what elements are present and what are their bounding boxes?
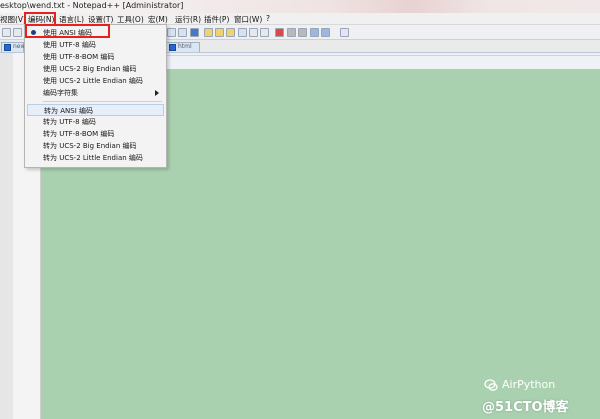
tab-new[interactable]: new: [1, 42, 25, 52]
watermark-bottom-text: @51CTO博客: [482, 400, 569, 415]
toolbar-button-7[interactable]: [215, 28, 224, 37]
menu-item-label: 转为 UTF-8 编码: [43, 118, 96, 126]
menu-plugins[interactable]: 插件(P): [204, 14, 229, 25]
menu-item-label: 转为 ANSI 编码: [44, 107, 93, 115]
menu-item-use-ucs2-little-endian[interactable]: 使用 UCS-2 Little Endian 编码: [27, 75, 164, 87]
toolbar-button-1[interactable]: [2, 28, 11, 37]
menu-item-convert-ansi[interactable]: 转为 ANSI 编码: [27, 104, 164, 116]
toolbar-button-4[interactable]: [178, 28, 187, 37]
menu-view[interactable]: 视图(V): [0, 14, 26, 25]
menu-item-label: 使用 UCS-2 Little Endian 编码: [43, 77, 143, 85]
menu-item-use-utf8-bom[interactable]: 使用 UTF-8-BOM 编码: [27, 51, 164, 63]
toolbar-button-8[interactable]: [226, 28, 235, 37]
menu-item-charset[interactable]: 编码字符集: [27, 87, 164, 99]
menu-item-use-utf8[interactable]: 使用 UTF-8 编码: [27, 39, 164, 51]
toolbar-button-11[interactable]: [260, 28, 269, 37]
menu-item-label: 使用 UTF-8-BOM 编码: [43, 53, 115, 61]
menu-item-label: 转为 UCS-2 Big Endian 编码: [43, 142, 137, 150]
wechat-icon: [484, 379, 498, 391]
use-ansi-highlight: [25, 24, 110, 38]
menu-item-label: 转为 UCS-2 Little Endian 编码: [43, 154, 143, 162]
toolbar-button-5[interactable]: [190, 28, 199, 37]
encoding-dropdown-menu: 使用 ANSI 编码 使用 UTF-8 编码 使用 UTF-8-BOM 编码 使…: [24, 24, 167, 168]
watermark: AirPython @51CTO博客: [482, 376, 600, 419]
play-macro-icon[interactable]: [298, 28, 307, 37]
menu-item-convert-utf8-bom[interactable]: 转为 UTF-8-BOM 编码: [27, 128, 164, 140]
save-macro-icon[interactable]: [321, 28, 330, 37]
title-bar: esktop\wend.txt - Notepad++ [Administrat…: [0, 0, 600, 13]
toolbar-button-10[interactable]: [249, 28, 258, 37]
menu-item-label: 转为 UTF-8-BOM 编码: [43, 130, 115, 138]
tab-html[interactable]: html: [166, 42, 200, 52]
menu-window[interactable]: 窗口(W): [234, 14, 262, 25]
spellcheck-icon[interactable]: [340, 28, 349, 37]
toolbar-button-3[interactable]: [167, 28, 176, 37]
toolbar-button-6[interactable]: [204, 28, 213, 37]
menu-item-label: 编码字符集: [43, 89, 78, 97]
menu-item-label: 使用 UTF-8 编码: [43, 41, 96, 49]
file-icon: [169, 44, 176, 51]
toolbar-button-2[interactable]: [13, 28, 22, 37]
submenu-arrow-icon: [155, 90, 159, 96]
menu-item-convert-ucs2-little-endian[interactable]: 转为 UCS-2 Little Endian 编码: [27, 152, 164, 164]
stop-macro-icon[interactable]: [287, 28, 296, 37]
tab-label: html: [178, 43, 192, 50]
menu-help[interactable]: ?: [266, 14, 270, 23]
menu-item-convert-utf8[interactable]: 转为 UTF-8 编码: [27, 116, 164, 128]
file-icon: [4, 44, 11, 51]
toolbar-button-9[interactable]: [238, 28, 247, 37]
title-decoration: [330, 0, 490, 13]
gutter-strip: [0, 53, 13, 419]
record-macro-icon[interactable]: [275, 28, 284, 37]
menu-run[interactable]: 运行(R): [175, 14, 201, 25]
run-macro-multiple-icon[interactable]: [310, 28, 319, 37]
window-title: esktop\wend.txt - Notepad++ [Administrat…: [0, 1, 184, 10]
watermark-top-text: AirPython: [502, 378, 556, 391]
menu-separator: [43, 101, 162, 102]
menu-item-use-ucs2-big-endian[interactable]: 使用 UCS-2 Big Endian 编码: [27, 63, 164, 75]
menu-item-label: 使用 UCS-2 Big Endian 编码: [43, 65, 137, 73]
menu-item-convert-ucs2-big-endian[interactable]: 转为 UCS-2 Big Endian 编码: [27, 140, 164, 152]
